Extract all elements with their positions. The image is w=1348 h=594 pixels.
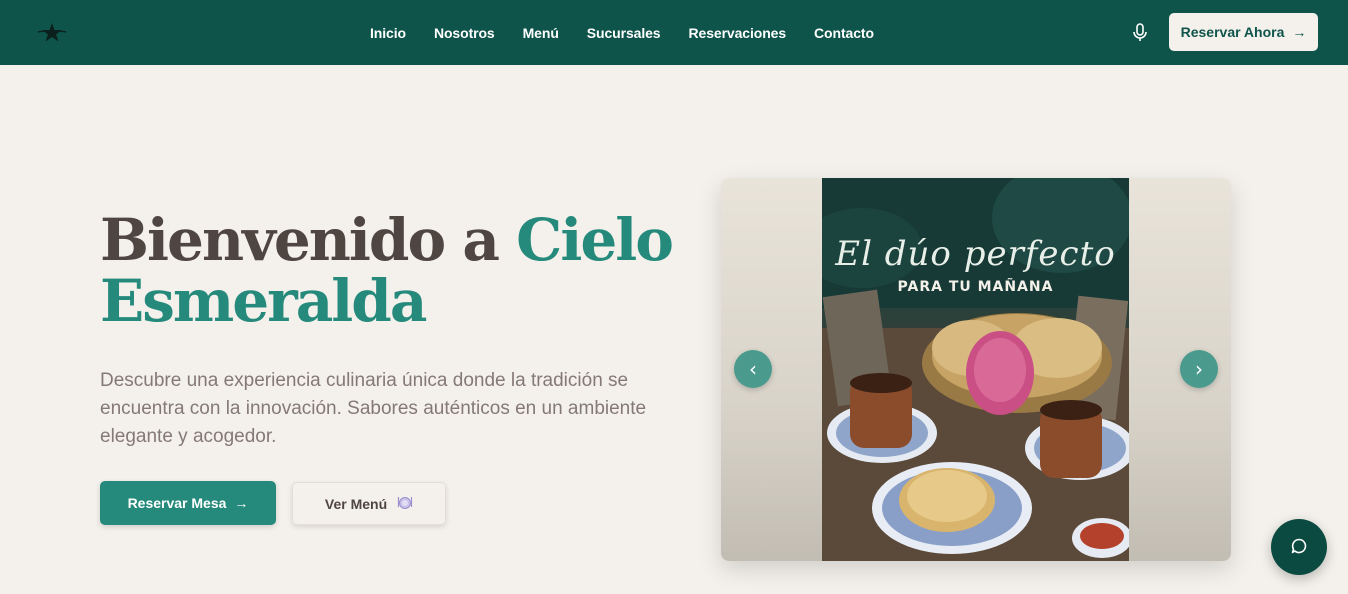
carousel-next-button[interactable]: › (1180, 350, 1218, 388)
image-carousel: El dúo perfecto PARA TU MAÑANA (721, 178, 1231, 561)
chat-bubble-icon (1290, 537, 1308, 558)
chat-button[interactable] (1271, 519, 1327, 575)
reservar-mesa-button[interactable]: Reservar Mesa → (100, 481, 276, 525)
chevron-left-icon: ‹ (749, 357, 757, 381)
nav-reservaciones[interactable]: Reservaciones (689, 25, 787, 41)
main-nav: Inicio Nosotros Menú Sucursales Reservac… (356, 0, 888, 65)
plate-icon (397, 494, 413, 513)
arrow-right-icon: → (234, 495, 249, 511)
hero-description: Descubre una experiencia culinaria única… (100, 370, 647, 447)
nav-nosotros[interactable]: Nosotros (434, 25, 495, 41)
nav-menu[interactable]: Menú (523, 25, 559, 41)
slide-script-text: El dúo perfecto (835, 234, 1116, 274)
hero-title: Bienvenido a Cielo Esmeralda (100, 210, 700, 332)
ver-menu-label: Ver Menú (324, 495, 388, 512)
carousel-prev-button[interactable]: ‹ (734, 350, 772, 388)
hero-title-prefix: Bienvenido a (100, 206, 500, 274)
carousel-slide-image: El dúo perfecto PARA TU MAÑANA (822, 178, 1129, 561)
microphone-icon[interactable] (1130, 22, 1150, 44)
star-logo-icon[interactable] (36, 20, 68, 44)
nav-inicio[interactable]: Inicio (370, 25, 406, 41)
reservar-mesa-label: Reservar Mesa (127, 495, 227, 511)
reservar-ahora-label: Reservar Ahora (1180, 24, 1285, 40)
reservar-ahora-button[interactable]: Reservar Ahora → (1169, 13, 1318, 51)
slide-subtitle: PARA TU MAÑANA (897, 279, 1054, 295)
chevron-right-icon: › (1195, 357, 1203, 381)
arrow-right-icon: → (1292, 24, 1307, 40)
nav-sucursales[interactable]: Sucursales (587, 25, 661, 41)
ver-menu-button[interactable]: Ver Menú (292, 482, 446, 525)
top-navbar: Inicio Nosotros Menú Sucursales Reservac… (0, 0, 1348, 65)
nav-contacto[interactable]: Contacto (814, 25, 874, 41)
